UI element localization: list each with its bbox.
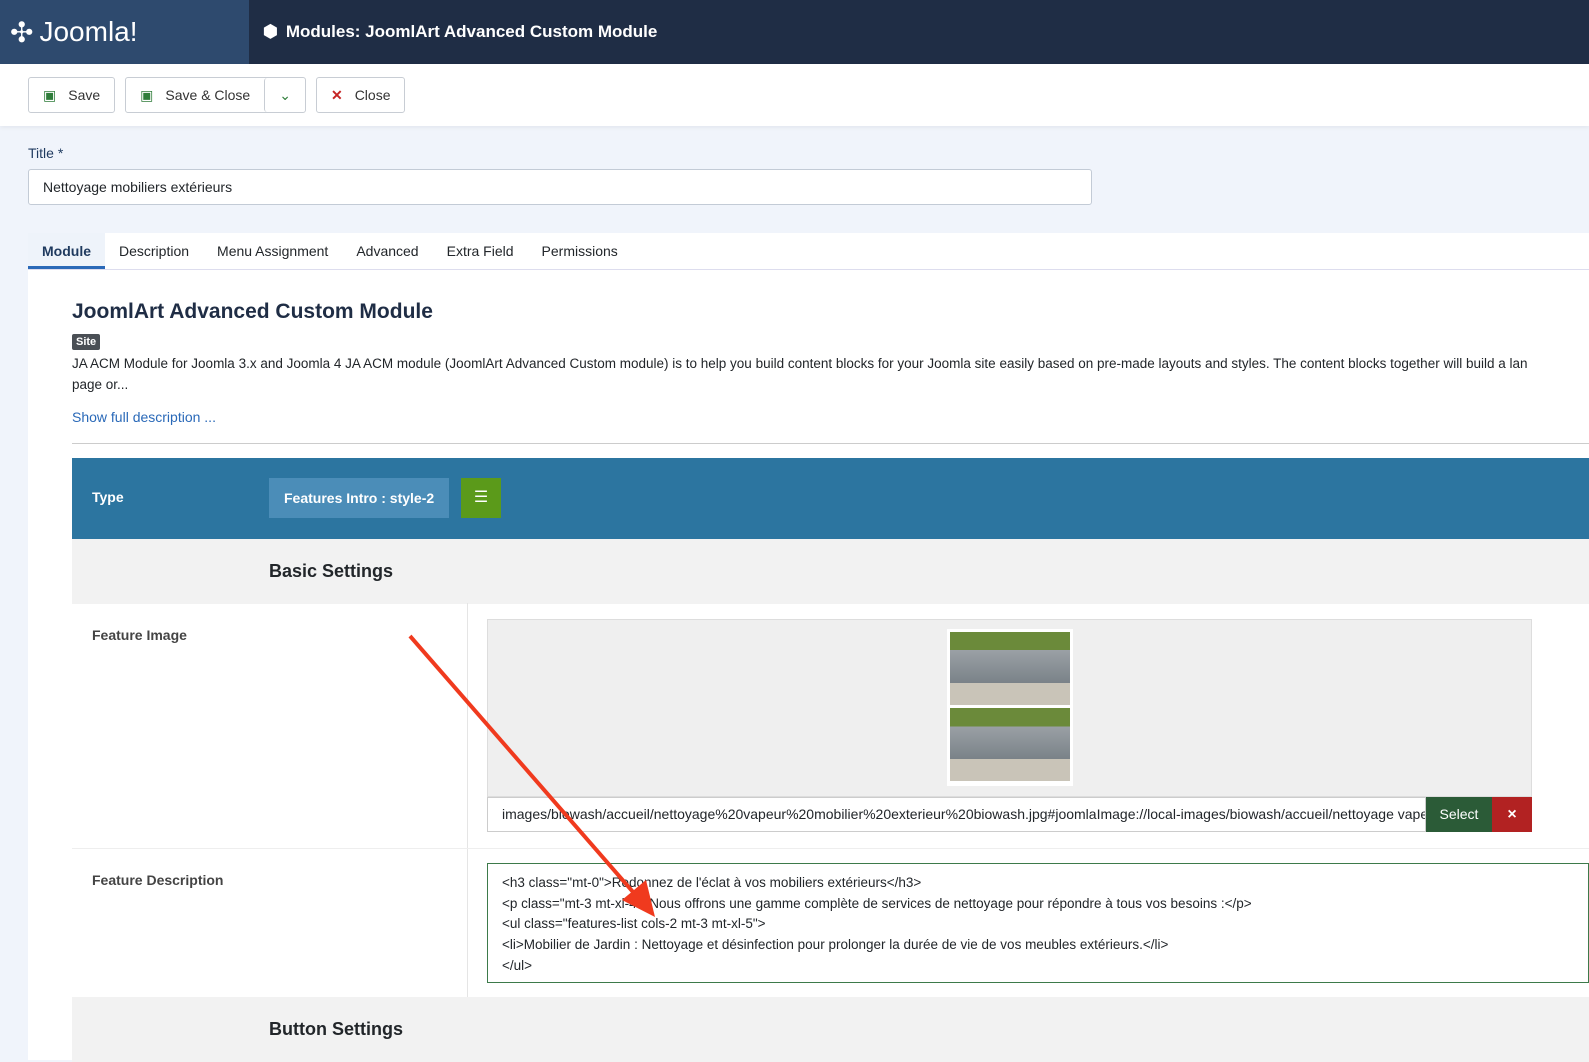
tab-menu-assignment[interactable]: Menu Assignment bbox=[203, 233, 342, 269]
site-badge: Site bbox=[72, 334, 101, 350]
basic-settings-heading: Basic Settings bbox=[72, 539, 1589, 604]
save-button[interactable]: ▣ Save bbox=[28, 77, 116, 113]
type-label: Type bbox=[92, 489, 124, 505]
title-label: Title * bbox=[28, 145, 64, 161]
tab-extra-field[interactable]: Extra Field bbox=[433, 233, 528, 269]
toolbar: ▣ Save ▣ Save & Close ⌄ ✕ Close bbox=[0, 64, 1589, 126]
clear-image-button[interactable]: × bbox=[1492, 797, 1532, 832]
save-icon: ▣ bbox=[140, 86, 154, 103]
save-icon: ▣ bbox=[43, 86, 57, 103]
tab-module[interactable]: Module bbox=[28, 233, 105, 269]
select-image-button[interactable]: Select bbox=[1426, 797, 1492, 832]
feature-description-textarea[interactable]: <h3 class="mt-0">Redonnez de l'éclat à v… bbox=[487, 863, 1589, 983]
header-bar: ✣ Joomla! ⬢ Modules: JoomlArt Advanced Cus… bbox=[0, 0, 1589, 64]
list-icon[interactable]: ☰ bbox=[461, 478, 501, 518]
image-path-input[interactable]: images/biowash/accueil/nettoyage%20vapeu… bbox=[487, 797, 1426, 832]
tab-bar: Module Description Menu Assignment Advan… bbox=[28, 233, 1589, 270]
close-icon: ✕ bbox=[330, 86, 343, 103]
show-full-description-link[interactable]: Show full description ... bbox=[72, 409, 216, 425]
button-settings-heading: Button Settings bbox=[72, 997, 1589, 1062]
type-select-button[interactable]: Features Intro : style-2 bbox=[269, 478, 450, 518]
feature-image-thumbnail bbox=[947, 629, 1073, 786]
tab-description[interactable]: Description bbox=[105, 233, 203, 269]
feature-description-label: Feature Description bbox=[92, 872, 224, 888]
type-bar: Type Features Intro : style-2 ☰ bbox=[72, 458, 1589, 539]
title-input[interactable]: Nettoyage mobiliers extérieurs bbox=[28, 169, 1092, 205]
divider bbox=[467, 603, 468, 997]
tab-permissions[interactable]: Permissions bbox=[528, 233, 632, 269]
chevron-down-icon: ⌄ bbox=[279, 86, 291, 103]
joomla-logo[interactable]: ✣ Joomla! bbox=[0, 0, 249, 64]
divider bbox=[72, 443, 1589, 444]
cube-icon: ⬢ bbox=[263, 22, 278, 41]
divider bbox=[72, 848, 1589, 849]
module-heading: JoomlArt Advanced Custom Module bbox=[72, 300, 433, 323]
page-title: ⬢ Modules: JoomlArt Advanced Custom Modul… bbox=[263, 22, 658, 41]
save-close-button[interactable]: ▣ Save & Close bbox=[126, 78, 265, 112]
joomla-icon: ✣ bbox=[10, 16, 34, 48]
feature-image-label: Feature Image bbox=[92, 627, 187, 643]
module-description: JA ACM Module for Joomla 3.x and Joomla … bbox=[72, 356, 1528, 392]
save-dropdown-toggle[interactable]: ⌄ bbox=[264, 78, 305, 112]
close-button[interactable]: ✕ Close bbox=[315, 77, 406, 113]
tab-advanced[interactable]: Advanced bbox=[342, 233, 432, 269]
